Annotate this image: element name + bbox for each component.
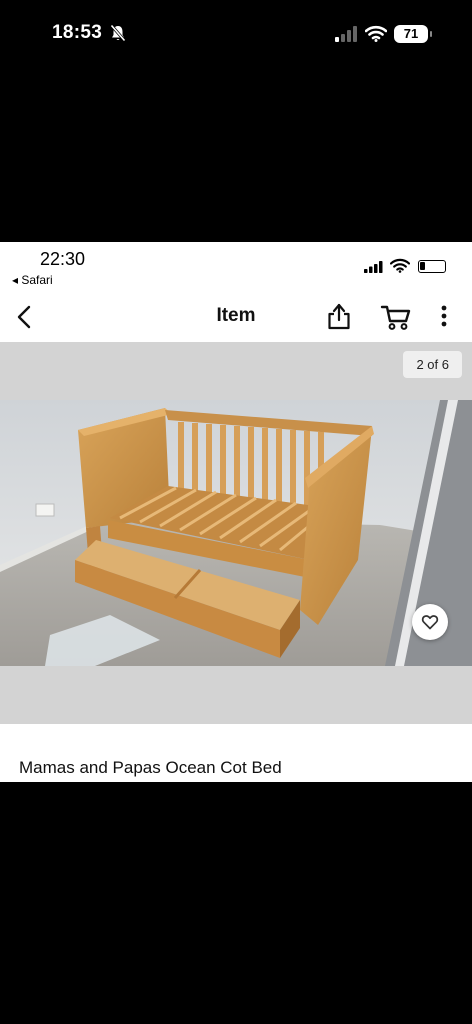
share-icon[interactable] xyxy=(326,302,352,335)
wifi-icon xyxy=(389,258,411,278)
product-photo[interactable] xyxy=(0,400,472,666)
favorite-button[interactable] xyxy=(412,604,448,640)
wifi-icon xyxy=(364,25,388,47)
inner-clock: 22:30 xyxy=(40,249,86,269)
image-counter-badge: 2 of 6 xyxy=(403,351,462,378)
heart-icon xyxy=(421,615,439,630)
inner-status-bar: 22:30 ◂ Safari xyxy=(0,242,472,292)
more-vertical-icon[interactable] xyxy=(440,304,448,333)
battery-indicator: 71 xyxy=(394,25,432,43)
item-title: Mamas and Papas Ocean Cot Bed xyxy=(19,758,282,777)
top-nav-bar: Item xyxy=(0,292,472,342)
app-screenshot: 22:30 ◂ Safari Item 2 of 6 Mamas and Pap… xyxy=(0,242,472,782)
image-gallery[interactable]: 2 of 6 xyxy=(0,342,472,724)
signal-icon xyxy=(334,26,358,47)
cart-icon[interactable] xyxy=(380,303,412,336)
battery-icon xyxy=(418,260,446,273)
outer-status-bar: 18:53 71 xyxy=(0,0,472,70)
signal-icon xyxy=(364,260,384,278)
bell-muted-icon xyxy=(110,24,126,47)
outer-clock: 18:53 xyxy=(52,22,103,43)
back-to-safari-link[interactable]: ◂ Safari xyxy=(12,273,53,287)
